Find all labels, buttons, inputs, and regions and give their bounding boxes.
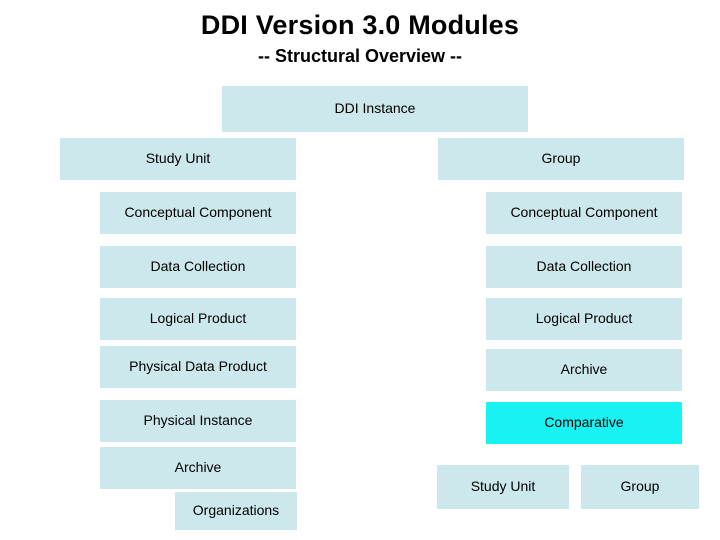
module-box[interactable]: Physical Data Product <box>100 346 296 388</box>
page-title: DDI Version 3.0 Modules <box>200 10 520 40</box>
module-box[interactable]: Logical Product <box>100 298 296 340</box>
module-box-label: Archive <box>174 459 222 476</box>
module-box-label: Group <box>541 150 581 167</box>
module-box-label: Data Collection <box>150 258 246 275</box>
module-box-label: Comparative <box>544 414 624 431</box>
module-box-label: Logical Product <box>149 310 247 327</box>
slide-canvas: DDI Version 3.0 Modules -- Structural Ov… <box>0 0 720 540</box>
module-box[interactable]: Conceptual Component <box>100 192 296 234</box>
module-box[interactable]: Organizations <box>175 492 297 530</box>
module-box-label: Organizations <box>192 502 280 519</box>
module-box-label: Physical Instance <box>143 412 253 429</box>
module-box-label: Physical Data Product <box>129 358 267 375</box>
module-box[interactable]: Group <box>438 138 684 180</box>
module-box[interactable]: Comparative <box>486 402 682 444</box>
module-box-label: DDI Instance <box>334 100 416 117</box>
module-box-label: Logical Product <box>535 310 633 327</box>
module-box[interactable]: Archive <box>100 447 296 489</box>
module-box-label: Archive <box>560 361 608 378</box>
module-box[interactable]: Logical Product <box>486 298 682 340</box>
module-box-label: Study Unit <box>470 478 536 495</box>
module-box[interactable]: Group <box>581 465 699 509</box>
module-box[interactable]: Archive <box>486 349 682 391</box>
module-box[interactable]: Study Unit <box>60 138 296 180</box>
module-box-label: Study Unit <box>145 150 211 167</box>
module-box[interactable]: Conceptual Component <box>486 192 682 234</box>
module-box[interactable]: Physical Instance <box>100 400 296 442</box>
module-box-label: Data Collection <box>536 258 632 275</box>
module-box-label: Group <box>620 478 660 495</box>
module-box[interactable]: DDI Instance <box>222 86 528 132</box>
module-box[interactable]: Study Unit <box>437 465 569 509</box>
module-box-label: Conceptual Component <box>124 204 272 221</box>
page-subtitle: -- Structural Overview -- <box>257 46 463 66</box>
module-box[interactable]: Data Collection <box>486 246 682 288</box>
module-box-label: Conceptual Component <box>510 204 658 221</box>
module-box[interactable]: Data Collection <box>100 246 296 288</box>
